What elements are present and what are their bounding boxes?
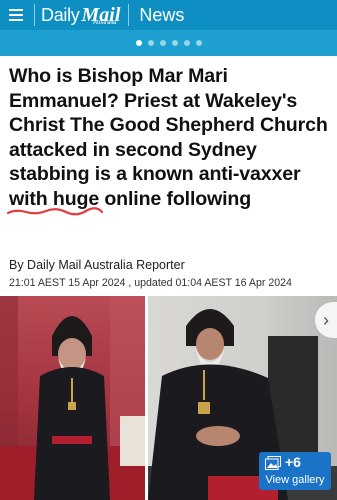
photo-gallery[interactable]: › +6 View gallery	[0, 296, 337, 500]
nav-divider	[34, 4, 35, 26]
carousel-dot[interactable]	[195, 40, 202, 46]
view-gallery-label: View gallery	[265, 474, 325, 486]
article-byline[interactable]: By Daily Mail Australia Reporter	[9, 258, 185, 272]
gallery-count: +6	[285, 454, 301, 470]
article-headline: Who is Bishop Mar Mari Emmanuel? Priest …	[9, 65, 328, 210]
bishop-standing-photo[interactable]	[0, 296, 145, 500]
logo-edition: Australia	[93, 20, 117, 26]
carousel-dot[interactable]	[183, 40, 190, 46]
carousel-dot[interactable]	[147, 40, 154, 46]
carousel-dot[interactable]	[171, 40, 178, 46]
carousel-dot[interactable]	[159, 40, 166, 46]
top-nav-bar: Daily Mail Australia News	[0, 0, 337, 30]
article-timestamp: 21:01 AEST 15 Apr 2024 , updated 01:04 A…	[9, 277, 292, 289]
carousel-indicator-bar	[0, 30, 337, 56]
bishop-seated-photo[interactable]: › +6 View gallery	[148, 296, 337, 500]
logo-daily: Daily	[41, 5, 80, 25]
view-gallery-button[interactable]: +6 View gallery	[259, 452, 331, 490]
section-label[interactable]: News	[139, 5, 184, 26]
red-underline-squiggle	[6, 207, 104, 216]
site-logo[interactable]: Daily Mail Australia	[41, 0, 120, 30]
gallery-icon	[265, 456, 281, 470]
hamburger-menu-icon[interactable]	[0, 0, 28, 30]
carousel-dot[interactable]	[135, 40, 142, 46]
nav-divider	[128, 4, 130, 26]
